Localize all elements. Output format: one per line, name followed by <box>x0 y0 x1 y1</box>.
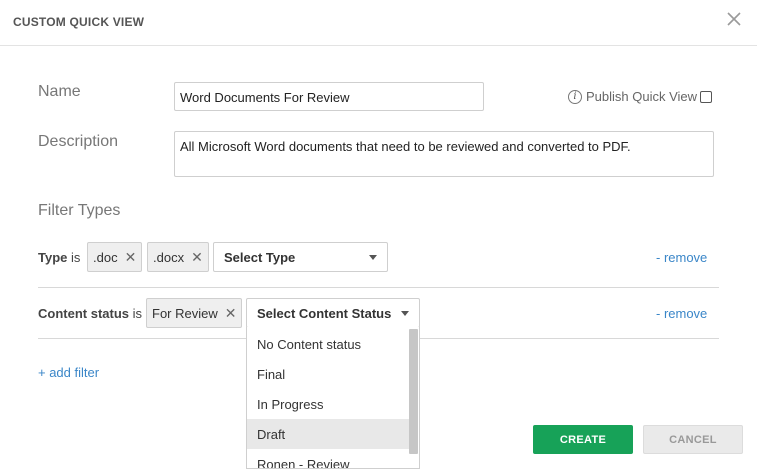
dialog-title: CUSTOM QUICK VIEW <box>13 15 145 29</box>
x-icon[interactable]: ✕ <box>125 249 137 266</box>
select-label: Select Type <box>224 249 296 265</box>
filter-field: Content status <box>38 306 129 321</box>
name-input[interactable]: Word Documents For Review <box>174 82 484 111</box>
publish-label: Publish Quick View <box>586 89 698 104</box>
chip-label: For Review <box>152 305 218 321</box>
chip-label: .docx <box>153 249 185 265</box>
dropdown-option[interactable]: In Progress <box>247 389 410 419</box>
dropdown-option[interactable]: Ronen - Review <box>247 449 410 469</box>
remove-link[interactable]: - remove <box>656 306 707 321</box>
remove-link[interactable]: - remove <box>656 250 707 265</box>
dialog-header: CUSTOM QUICK VIEW <box>0 0 757 46</box>
caret-down-icon <box>401 311 409 316</box>
select-content-status[interactable]: Select Content Status <box>246 298 420 328</box>
filter-row-type: Type is .doc ✕ .docx ✕ Select Type - remov… <box>38 230 719 288</box>
select-type[interactable]: Select Type <box>213 242 388 272</box>
create-button[interactable]: CREATE <box>533 425 633 454</box>
name-label: Name <box>38 83 81 100</box>
publish-checkbox[interactable] <box>700 90 713 103</box>
chip-for-review: For Review ✕ <box>146 298 243 328</box>
chip-label: .doc <box>93 249 118 265</box>
description-textarea[interactable]: All Microsoft Word documents that need t… <box>174 131 714 177</box>
dropdown-option[interactable]: Final <box>247 359 410 389</box>
chip-doc: .doc ✕ <box>87 242 143 272</box>
dropdown-scrollbar[interactable] <box>409 329 418 454</box>
content-status-dropdown: No Content status Final In Progress Draf… <box>246 327 420 469</box>
x-icon[interactable]: ✕ <box>225 305 237 322</box>
x-icon[interactable]: ✕ <box>191 249 203 266</box>
chip-docx: .docx ✕ <box>147 242 209 272</box>
close-icon[interactable] <box>725 10 743 28</box>
filter-field: Type <box>38 250 68 265</box>
filter-label-type: Type is <box>38 250 80 265</box>
filter-op: is <box>71 250 81 265</box>
filter-op: is <box>132 306 143 321</box>
info-icon[interactable]: i <box>568 89 582 104</box>
publish-quick-view[interactable]: i Publish Quick View <box>568 89 713 104</box>
dropdown-option[interactable]: No Content status <box>247 329 410 359</box>
caret-down-icon <box>369 255 377 260</box>
add-filter-link[interactable]: + add filter <box>38 365 99 380</box>
cancel-button[interactable]: CANCEL <box>643 425 743 454</box>
description-label: Description <box>38 133 119 150</box>
filter-label-content-status: Content status is <box>38 306 142 321</box>
filter-types-heading: Filter Types <box>38 202 121 219</box>
select-label: Select Content Status <box>257 305 392 321</box>
dropdown-option-highlighted[interactable]: Draft <box>247 419 410 449</box>
